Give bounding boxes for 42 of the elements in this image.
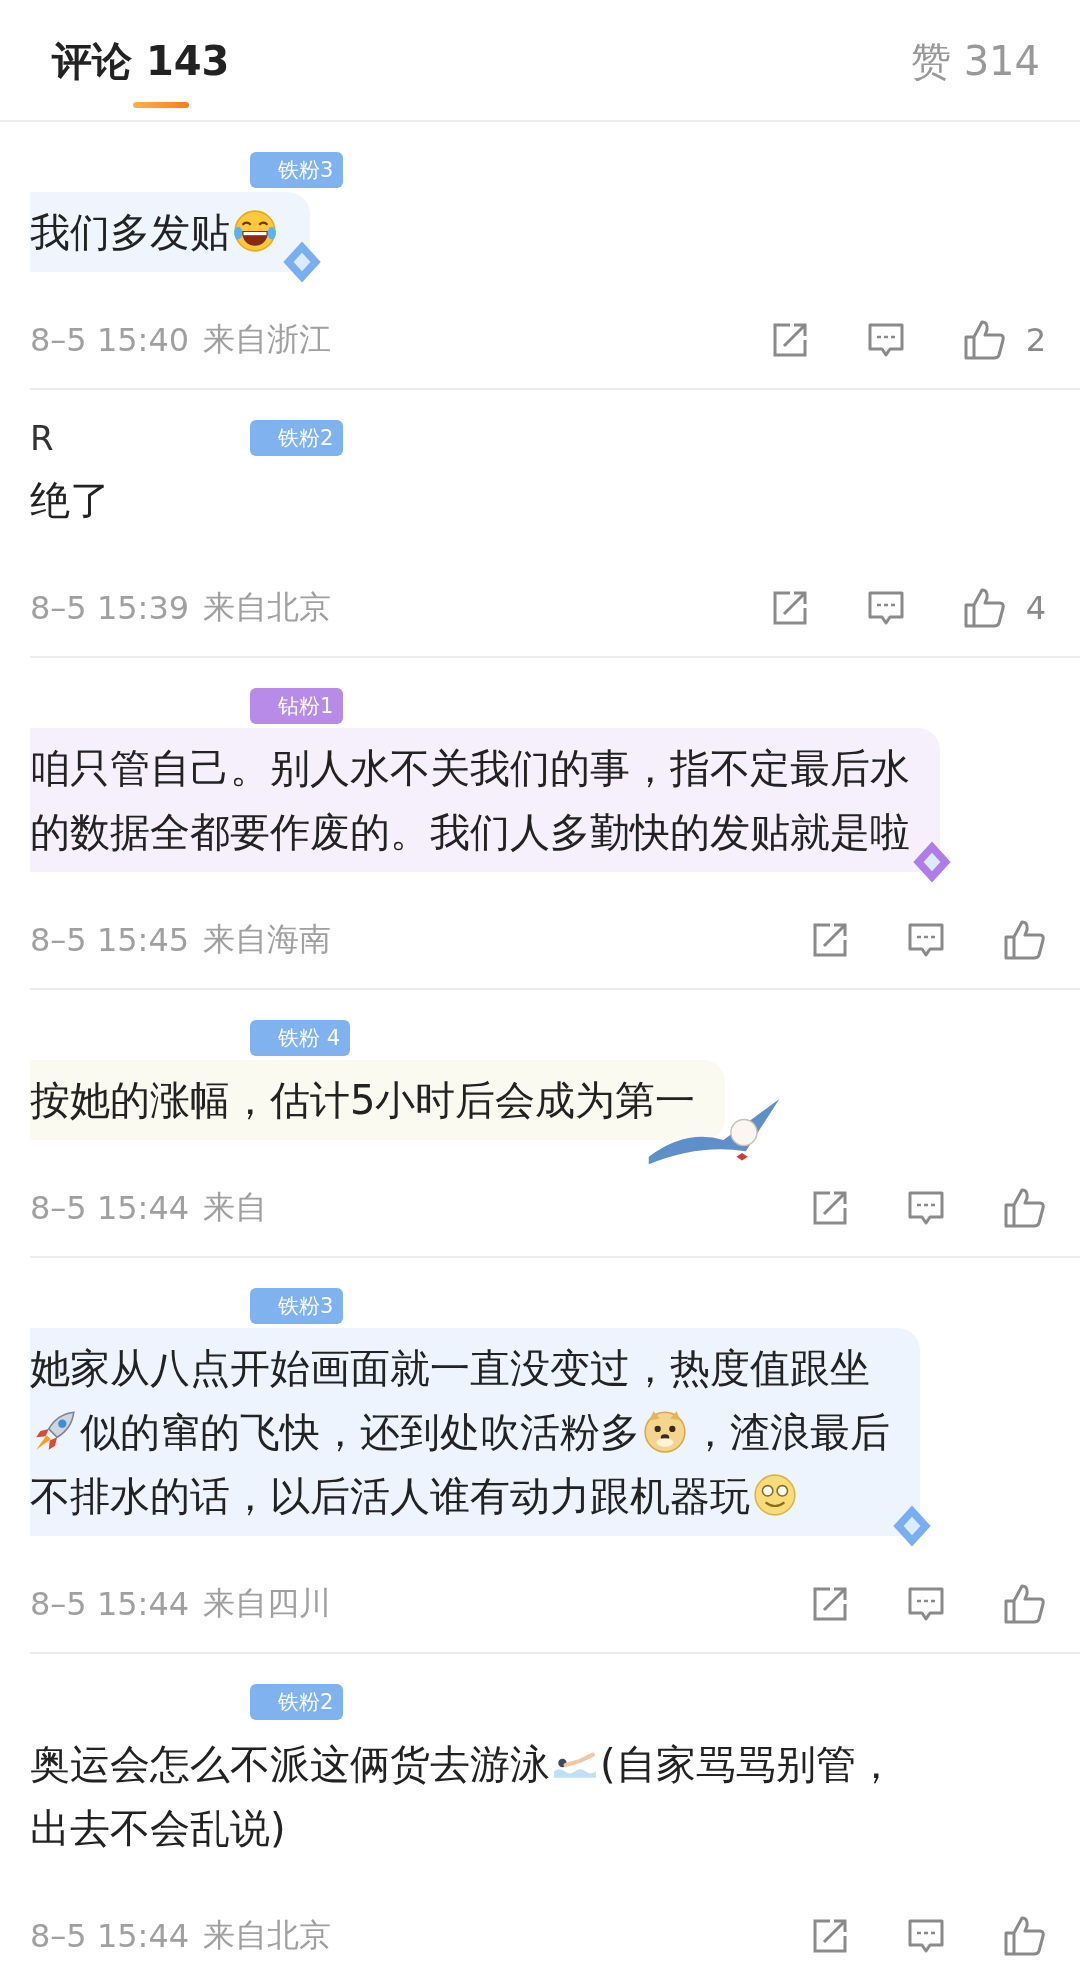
like-icon[interactable] bbox=[1002, 1914, 1046, 1958]
comment-text: (自家骂骂别管， bbox=[600, 1741, 896, 1787]
fan-badge: 铁粉3 bbox=[250, 1288, 344, 1324]
comment-location: 来自北京 bbox=[203, 587, 332, 628]
like-icon[interactable] bbox=[1002, 1582, 1046, 1626]
like-count: 4 bbox=[1025, 589, 1046, 627]
comment-text: 咱只管自己。别人水不关我们的事，指不定最后水 bbox=[30, 745, 910, 791]
comment-text: 她家从八点开始画面就一直没变过，热度值跟坐 bbox=[30, 1345, 870, 1391]
comment-location: 来自 bbox=[203, 1187, 268, 1228]
comment-text: 按她的涨幅，估计5小时后会成为第一 bbox=[30, 1077, 696, 1123]
comment-text: 不排水的话，以后活人谁有动力跟机器玩 bbox=[30, 1473, 750, 1519]
fan-badge: 铁粉2 bbox=[250, 1684, 344, 1720]
fan-badge: 铁粉3 bbox=[250, 152, 344, 188]
like-icon[interactable] bbox=[1002, 1186, 1046, 1230]
comment-time: 8–5 15:40 bbox=[30, 321, 190, 359]
comment-time: 8–5 15:44 bbox=[30, 1585, 190, 1623]
fan-badge: 钻粉1 bbox=[250, 688, 344, 724]
username[interactable]: R bbox=[30, 418, 54, 458]
like-icon[interactable] bbox=[1002, 918, 1046, 962]
comment-time: 8–5 15:44 bbox=[30, 1189, 190, 1227]
smiling-emoji-icon bbox=[752, 1472, 798, 1518]
comment-location: 来自四川 bbox=[203, 1583, 332, 1624]
comment-time: 8–5 15:45 bbox=[30, 921, 190, 959]
comment-time: 8–5 15:39 bbox=[30, 589, 190, 627]
fan-badge: 铁粉 4 bbox=[250, 1020, 351, 1056]
comment-text: 出去不会乱说) bbox=[30, 1805, 286, 1851]
comment-location: 来自海南 bbox=[203, 919, 332, 960]
comment-text: ，渣浪最后 bbox=[690, 1409, 890, 1455]
tab[interactable]: 评论 143 bbox=[52, 36, 230, 86]
laughing-emoji-icon bbox=[232, 208, 278, 254]
like-count: 2 bbox=[1025, 321, 1046, 359]
comment-location: 来自北京 bbox=[203, 1915, 332, 1956]
comment-text: 似的窜的飞快，还到处吹活粉多 bbox=[80, 1409, 640, 1455]
comment-location: 来自浙江 bbox=[203, 319, 332, 360]
dog-emoji-icon bbox=[642, 1408, 688, 1454]
comment-text: 我们多发贴 bbox=[30, 209, 230, 255]
comment-text: 绝了 bbox=[30, 477, 110, 523]
comment-time: 8–5 15:44 bbox=[30, 1917, 190, 1955]
fan-badge: 铁粉2 bbox=[250, 420, 344, 456]
comment-text: 奥运会怎么不派这俩货去游泳 bbox=[30, 1741, 550, 1787]
comment-text: 的数据全都要作废的。我们人多勤快的发贴就是啦 bbox=[30, 809, 910, 855]
tab-underline bbox=[132, 102, 189, 108]
